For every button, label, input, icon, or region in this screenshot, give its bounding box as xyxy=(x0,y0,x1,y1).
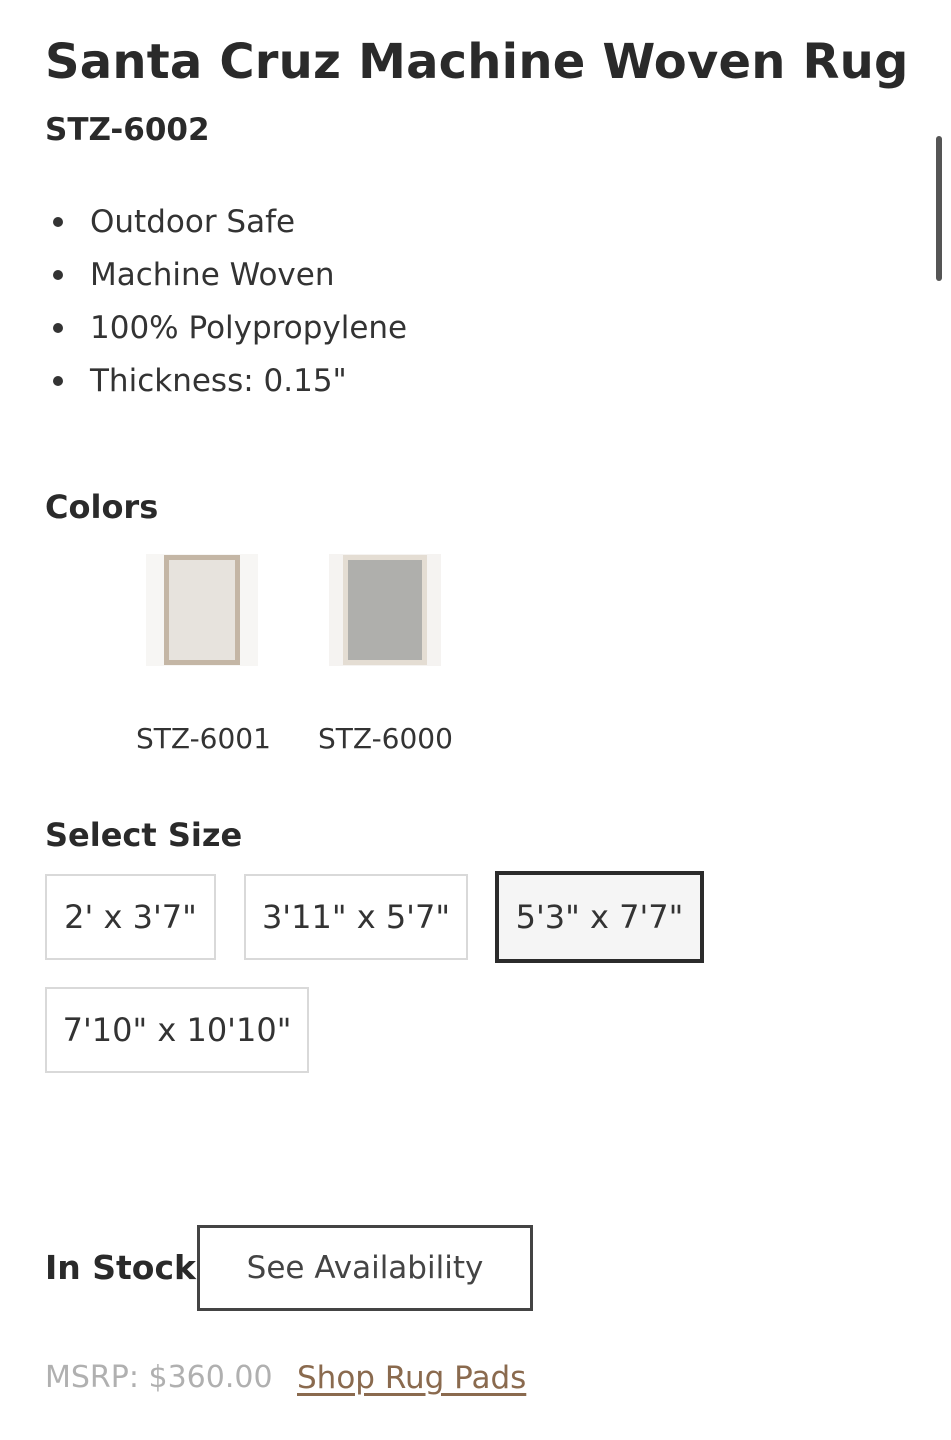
color-option-label[interactable]: STZ-6001 xyxy=(136,722,271,755)
stock-status: In Stock xyxy=(45,1248,196,1287)
size-option-button[interactable]: 7'10" x 10'10" xyxy=(45,987,309,1073)
gray-bordered-rug-swatch-icon[interactable] xyxy=(329,554,441,666)
scrollbar[interactable] xyxy=(936,136,942,281)
feature-text: 100% Polypropylene xyxy=(90,310,408,346)
see-availability-button[interactable]: See Availability xyxy=(197,1225,533,1311)
feature-list: Outdoor Safe Machine Woven 100% Polyprop… xyxy=(45,200,407,412)
feature-item: 100% Polypropylene xyxy=(45,306,407,359)
size-option-button[interactable]: 3'11" x 5'7" xyxy=(244,874,468,960)
bullet-icon xyxy=(53,270,63,280)
bullet-icon xyxy=(53,217,63,227)
product-sku: STZ-6002 xyxy=(45,112,210,148)
colors-heading: Colors xyxy=(45,488,159,526)
color-option-label[interactable]: STZ-6000 xyxy=(318,722,453,755)
feature-text: Machine Woven xyxy=(90,257,335,293)
beige-bordered-rug-swatch-icon[interactable] xyxy=(146,554,258,666)
feature-item: Machine Woven xyxy=(45,253,407,306)
select-size-heading: Select Size xyxy=(45,816,243,854)
product-title: Santa Cruz Machine Woven Rug xyxy=(45,34,909,90)
size-option-button-selected[interactable]: 5'3" x 7'7" xyxy=(495,871,704,963)
size-option-button[interactable]: 2' x 3'7" xyxy=(45,874,216,960)
feature-item: Thickness: 0.15" xyxy=(45,359,407,412)
feature-item: Outdoor Safe xyxy=(45,200,407,253)
bullet-icon xyxy=(53,376,63,386)
feature-text: Outdoor Safe xyxy=(90,204,296,240)
shop-rug-pads-link[interactable]: Shop Rug Pads xyxy=(297,1360,526,1396)
feature-text: Thickness: 0.15" xyxy=(90,363,347,399)
msrp-price: MSRP: $360.00 xyxy=(45,1360,273,1395)
bullet-icon xyxy=(53,323,63,333)
